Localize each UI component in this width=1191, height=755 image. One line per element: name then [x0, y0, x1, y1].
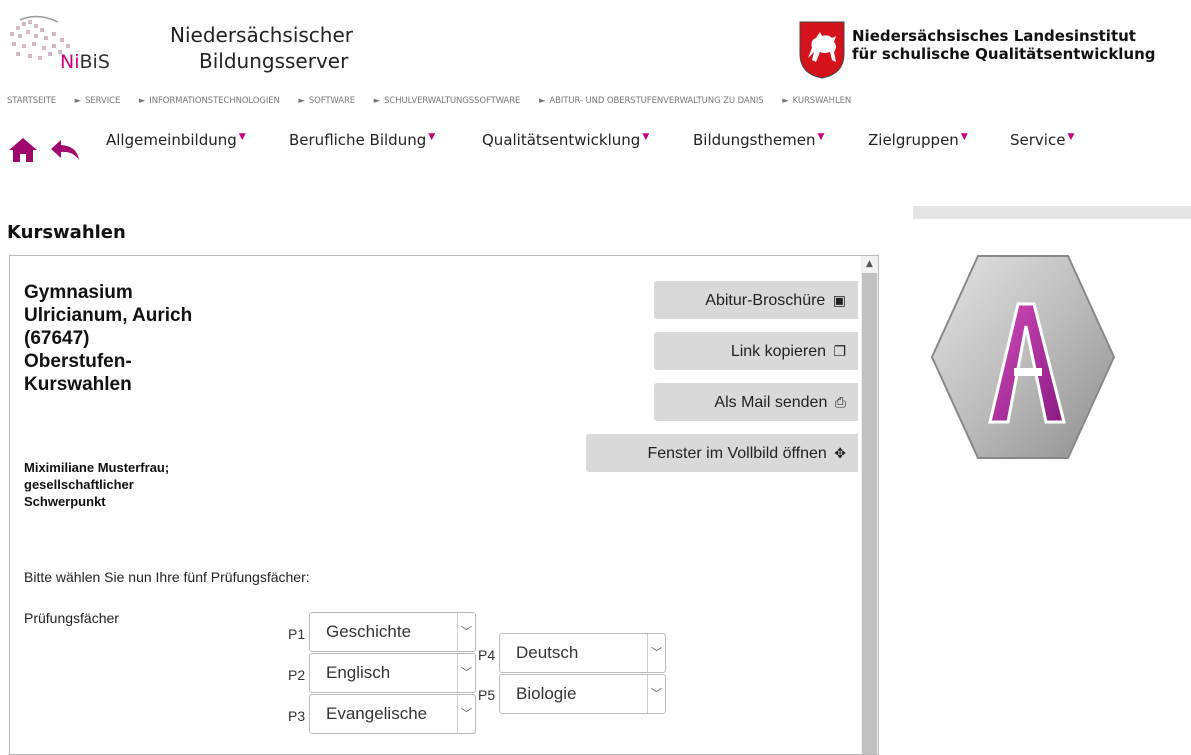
exam-select-p2[interactable]: Englisch ﹀: [309, 653, 476, 693]
breadcrumb-item[interactable]: SCHULVERWALTUNGSSOFTWARE: [384, 96, 520, 106]
breadcrumb-arrow-icon: ►: [298, 96, 305, 106]
student-line: Miximiliane Musterfrau;: [24, 460, 170, 475]
select-value: Englisch: [326, 663, 391, 682]
institut-name[interactable]: Niedersächsisches Landesinstitut für sch…: [852, 27, 1156, 63]
nav-label: Service: [1010, 131, 1066, 149]
scroll-up-arrow-icon[interactable]: ▲: [861, 256, 878, 273]
school-line: (67647): [24, 328, 90, 349]
breadcrumb-arrow-icon: ►: [538, 96, 546, 106]
nav-label: Bildungsthemen: [693, 131, 816, 149]
exam-slot-label: P5: [478, 687, 496, 703]
frame-scrollbar[interactable]: ▲: [861, 256, 878, 754]
back-arrow-icon[interactable]: [49, 138, 81, 162]
button-label: Link kopieren: [730, 343, 826, 360]
link-kopieren-button[interactable]: Link kopieren ❐: [654, 332, 858, 370]
dropdown-triangle-icon: ▼: [642, 132, 650, 142]
exam-select-p1[interactable]: Geschichte ﹀: [309, 612, 476, 652]
dropdown-triangle-icon: ▼: [428, 132, 436, 142]
nibis-wordmark: NiBiS: [60, 51, 110, 73]
chevron-down-icon: ﹀: [647, 675, 665, 713]
nav-item-bildungsthemen[interactable]: Bildungsthemen ▼: [693, 131, 824, 149]
school-heading: Gymnasium Ulricianum, Aurich (67647) Obe…: [24, 281, 244, 396]
exam-slot-label: P4: [478, 647, 496, 663]
dropdown-triangle-icon: ▼: [238, 132, 246, 142]
chevron-down-icon: ﹀: [457, 613, 475, 651]
select-value: Deutsch: [516, 643, 579, 662]
move-arrows-icon: ✥: [834, 445, 846, 461]
breadcrumb-item[interactable]: INFORMATIONSTECHNOLOGIEN: [149, 96, 280, 106]
nav-item-service[interactable]: Service ▼: [1010, 131, 1074, 149]
chevron-down-icon: ﹀: [457, 654, 475, 692]
abitur-broschuere-button[interactable]: Abitur-Broschüre ▣: [654, 281, 858, 319]
exam-slot-label: P3: [288, 708, 306, 724]
institut-line1: Niedersächsisches Landesinstitut: [852, 27, 1136, 45]
sidebar-top-bar: [913, 206, 1191, 219]
server-title[interactable]: Niedersächsischer Bildungsserver: [170, 22, 353, 74]
dropdown-triangle-icon: ▼: [960, 132, 968, 142]
dropdown-triangle-icon: ▼: [1067, 132, 1075, 142]
select-value: Evangelische: [326, 704, 428, 723]
breadcrumb-arrow-icon: ►: [373, 96, 381, 106]
exam-select-p3[interactable]: Evangelische ﹀: [309, 694, 476, 734]
breadcrumb-item[interactable]: ABITUR- UND OBERSTUFENVERWALTUNG ZU DANI…: [549, 96, 763, 106]
page-title: Kurswahlen: [7, 222, 126, 243]
school-line: Kurswahlen: [24, 374, 132, 395]
chevron-down-icon: ﹀: [647, 634, 665, 672]
select-value: Geschichte: [326, 622, 412, 641]
breadcrumb-arrow-icon: ►: [74, 96, 82, 106]
exam-slot-label: P1: [288, 626, 306, 642]
pruefungsfaecher-label: Prüfungsfächer: [24, 610, 119, 626]
breadcrumb-item[interactable]: SERVICE: [85, 96, 120, 106]
exam-select-p5[interactable]: Biologie ﹀: [499, 674, 666, 714]
nav-item-qualitaetsentwicklung[interactable]: Qualitätsentwicklung ▼: [482, 131, 649, 149]
server-title-line2: Bildungsserver: [199, 49, 349, 73]
nav-item-allgemeinbildung[interactable]: Allgemeinbildung ▼: [106, 131, 246, 149]
button-label: Fenster im Vollbild öffnen: [647, 445, 827, 462]
nav-label: Allgemeinbildung: [106, 131, 237, 149]
niedersachsen-coat-of-arms-icon: [799, 21, 845, 79]
institut-line2: für schulische Qualitätsentwicklung: [852, 45, 1156, 63]
server-title-line1: Niedersächsischer: [170, 23, 353, 47]
school-line: Ulricianum, Aurich: [24, 305, 193, 326]
als-mail-senden-button[interactable]: Als Mail senden ⎙: [654, 383, 858, 421]
home-icon[interactable]: [8, 137, 38, 163]
breadcrumb: STARTSEITE ► SERVICE ► INFORMATIONSTECHNOL…: [7, 96, 867, 106]
vollbild-button[interactable]: Fenster im Vollbild öffnen ✥: [586, 434, 858, 472]
school-line: Gymnasium: [24, 282, 133, 303]
nav-label: Zielgruppen: [868, 131, 959, 149]
app-logo-icon[interactable]: [930, 252, 1116, 462]
student-line: Schwerpunkt: [24, 494, 106, 509]
nav-item-zielgruppen[interactable]: Zielgruppen ▼: [868, 131, 968, 149]
exam-slot-label: P2: [288, 667, 306, 683]
dropdown-triangle-icon: ▼: [817, 132, 825, 142]
scrollbar-thumb[interactable]: [862, 273, 877, 754]
instruction-text: Bitte wählen Sie nun Ihre fünf Prüfungsf…: [24, 569, 310, 585]
button-label: Abitur-Broschüre: [705, 292, 826, 309]
button-label: Als Mail senden: [714, 394, 828, 411]
pdf-download-icon: ▣: [832, 292, 846, 308]
school-line: Oberstufen-: [24, 351, 132, 372]
breadcrumb-arrow-icon: ►: [138, 96, 146, 106]
chevron-down-icon: ﹀: [457, 695, 475, 733]
select-value: Biologie: [516, 684, 577, 703]
kurswahl-frame: Gymnasium Ulricianum, Aurich (67647) Obe…: [9, 255, 879, 755]
print-icon: ⎙: [834, 394, 846, 410]
copy-icon: ❐: [833, 343, 846, 359]
nav-label: Qualitätsentwicklung: [482, 131, 641, 149]
student-line: gesellschaftlicher: [24, 477, 134, 492]
breadcrumb-arrow-icon: ►: [782, 96, 789, 106]
exam-select-p4[interactable]: Deutsch ﹀: [499, 633, 666, 673]
student-info: Miximiliane Musterfrau; gesellschaftlich…: [24, 459, 234, 510]
nav-item-berufliche-bildung[interactable]: Berufliche Bildung ▼: [289, 131, 435, 149]
breadcrumb-item[interactable]: SOFTWARE: [309, 96, 355, 106]
breadcrumb-item[interactable]: KURSWAHLEN: [793, 96, 852, 106]
breadcrumb-item[interactable]: STARTSEITE: [7, 96, 56, 106]
nav-label: Berufliche Bildung: [289, 131, 427, 149]
